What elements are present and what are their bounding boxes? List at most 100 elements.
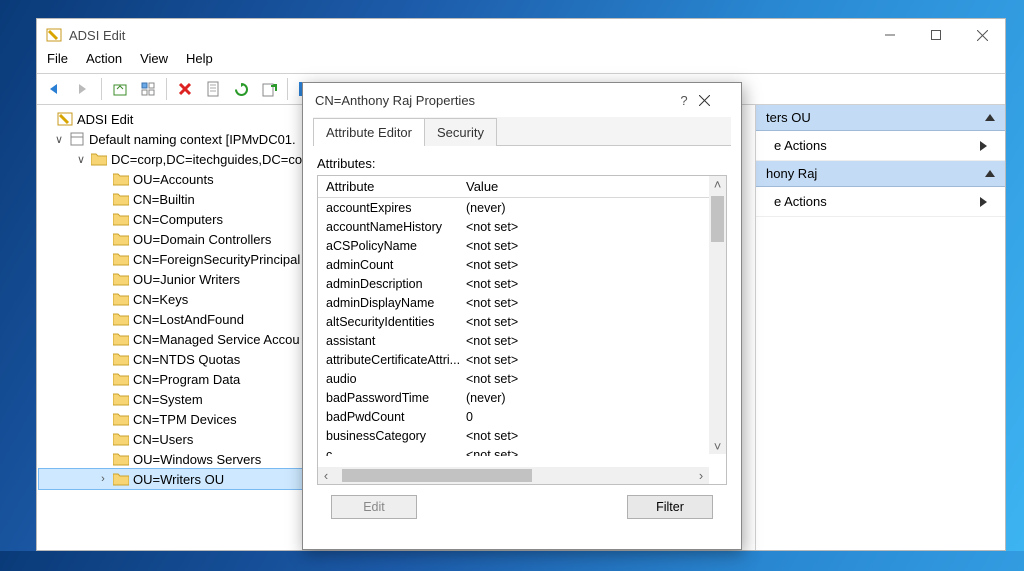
folder-icon	[113, 251, 129, 267]
tree-item-label: CN=System	[133, 392, 203, 407]
attributes-header[interactable]: Attribute Value	[318, 176, 726, 198]
attribute-row[interactable]: altSecurityIdentities<not set>	[318, 312, 726, 331]
tree-item[interactable]: CN=ForeignSecurityPrincipal	[39, 249, 314, 269]
attribute-row[interactable]: c<not set>	[318, 445, 726, 456]
horizontal-scrollbar[interactable]: ‹ ›	[318, 467, 709, 484]
attribute-row[interactable]: adminDescription<not set>	[318, 274, 726, 293]
folder-icon	[113, 191, 129, 207]
tree-item[interactable]: CN=Managed Service Accou	[39, 329, 314, 349]
back-icon[interactable]	[43, 77, 67, 101]
attribute-row[interactable]: attributeCertificateAttri...<not set>	[318, 350, 726, 369]
toolbar-separator	[166, 78, 167, 100]
tree-item[interactable]: OU=Accounts	[39, 169, 314, 189]
maximize-button[interactable]	[913, 19, 959, 51]
attribute-row[interactable]: businessCategory<not set>	[318, 426, 726, 445]
attr-value: <not set>	[466, 220, 718, 234]
expand-icon[interactable]	[980, 197, 987, 207]
attr-name: adminDisplayName	[326, 296, 466, 310]
tree-item[interactable]: OU=Windows Servers	[39, 449, 314, 469]
expand-icon[interactable]	[980, 141, 987, 151]
col-value[interactable]: Value	[466, 179, 718, 194]
scroll-right-icon[interactable]: ›	[693, 467, 709, 484]
scroll-down-icon[interactable]: ˅	[709, 438, 726, 454]
tree-context[interactable]: ∨ Default naming context [IPMvDC01.	[39, 129, 314, 149]
tree-item[interactable]: ›OU=Writers OU	[39, 469, 314, 489]
scroll-thumb[interactable]	[342, 469, 532, 482]
tree-item[interactable]: CN=Program Data	[39, 369, 314, 389]
page-icon[interactable]	[201, 77, 225, 101]
tree-item[interactable]: CN=TPM Devices	[39, 409, 314, 429]
close-button[interactable]	[959, 19, 1005, 51]
tree-item[interactable]: CN=System	[39, 389, 314, 409]
tree-item[interactable]: CN=Users	[39, 429, 314, 449]
dialog-close-icon[interactable]	[699, 95, 729, 106]
actions-header-ou[interactable]: ters OU	[756, 105, 1005, 131]
collapse-icon[interactable]	[985, 170, 995, 177]
properties-icon[interactable]	[136, 77, 160, 101]
tree-item-label: CN=LostAndFound	[133, 312, 244, 327]
scroll-thumb[interactable]	[711, 196, 724, 242]
collapse-icon[interactable]	[985, 114, 995, 121]
export-icon[interactable]	[257, 77, 281, 101]
tree-dc[interactable]: ∨ DC=corp,DC=itechguides,DC=co	[39, 149, 314, 169]
attribute-row[interactable]: badPwdCount0	[318, 407, 726, 426]
attribute-row[interactable]: accountNameHistory<not set>	[318, 217, 726, 236]
col-attribute[interactable]: Attribute	[326, 179, 466, 194]
refresh-icon[interactable]	[229, 77, 253, 101]
attribute-row[interactable]: adminDisplayName<not set>	[318, 293, 726, 312]
actions-header-ou-label: ters OU	[766, 110, 811, 125]
tree-item[interactable]: CN=LostAndFound	[39, 309, 314, 329]
tree-item-label: CN=ForeignSecurityPrincipal	[133, 252, 300, 267]
tree-item[interactable]: CN=Builtin	[39, 189, 314, 209]
attribute-row[interactable]: assistant<not set>	[318, 331, 726, 350]
attr-name: assistant	[326, 334, 466, 348]
tree-item-label: CN=Builtin	[133, 192, 195, 207]
dialog-help-icon[interactable]: ?	[669, 93, 699, 108]
tree-item[interactable]: CN=Keys	[39, 289, 314, 309]
attr-name: altSecurityIdentities	[326, 315, 466, 329]
attributes-list[interactable]: Attribute Value accountExpires(never)acc…	[317, 175, 727, 485]
menu-help[interactable]: Help	[186, 51, 213, 73]
delete-icon[interactable]	[173, 77, 197, 101]
tab-security[interactable]: Security	[424, 118, 497, 146]
tree-root-label: ADSI Edit	[77, 112, 133, 127]
up-icon[interactable]	[108, 77, 132, 101]
edit-button[interactable]: Edit	[331, 495, 417, 519]
attribute-row[interactable]: adminCount<not set>	[318, 255, 726, 274]
filter-button[interactable]: Filter	[627, 495, 713, 519]
menu-file[interactable]: File	[47, 51, 68, 73]
tree-item[interactable]: CN=Computers	[39, 209, 314, 229]
tree-pane[interactable]: ADSI Edit ∨ Default naming context [IPMv…	[37, 105, 317, 550]
attribute-row[interactable]: badPasswordTime(never)	[318, 388, 726, 407]
tree-item-label: OU=Domain Controllers	[133, 232, 271, 247]
forward-icon[interactable]	[71, 77, 95, 101]
vertical-scrollbar[interactable]: ˄ ˅	[709, 176, 726, 454]
menu-view[interactable]: View	[140, 51, 168, 73]
tree-item[interactable]: OU=Junior Writers	[39, 269, 314, 289]
scroll-left-icon[interactable]: ‹	[318, 467, 334, 484]
tree-dc-label: DC=corp,DC=itechguides,DC=co	[111, 152, 302, 167]
scroll-up-icon[interactable]: ˄	[709, 176, 726, 192]
expand-icon[interactable]: ›	[97, 473, 109, 485]
actions-item-1[interactable]: e Actions	[756, 131, 1005, 161]
actions-header-cn[interactable]: hony Raj	[756, 161, 1005, 187]
attr-value: <not set>	[466, 258, 718, 272]
attr-value: <not set>	[466, 277, 718, 291]
tree-item[interactable]: CN=NTDS Quotas	[39, 349, 314, 369]
actions-item-2[interactable]: e Actions	[756, 187, 1005, 217]
tree-item[interactable]: OU=Domain Controllers	[39, 229, 314, 249]
attribute-row[interactable]: aCSPolicyName<not set>	[318, 236, 726, 255]
collapse-icon[interactable]: ∨	[75, 153, 87, 166]
attribute-row[interactable]: accountExpires(never)	[318, 198, 726, 217]
tab-attribute-editor[interactable]: Attribute Editor	[313, 118, 425, 146]
menu-action[interactable]: Action	[86, 51, 122, 73]
dialog-titlebar: CN=Anthony Raj Properties ?	[303, 83, 741, 117]
folder-icon	[113, 331, 129, 347]
tree-root[interactable]: ADSI Edit	[39, 109, 314, 129]
attribute-row[interactable]: audio<not set>	[318, 369, 726, 388]
tree-item-label: CN=Users	[133, 432, 193, 447]
folder-icon	[113, 431, 129, 447]
tree-item-label: CN=Computers	[133, 212, 223, 227]
minimize-button[interactable]	[867, 19, 913, 51]
collapse-icon[interactable]: ∨	[53, 133, 65, 146]
